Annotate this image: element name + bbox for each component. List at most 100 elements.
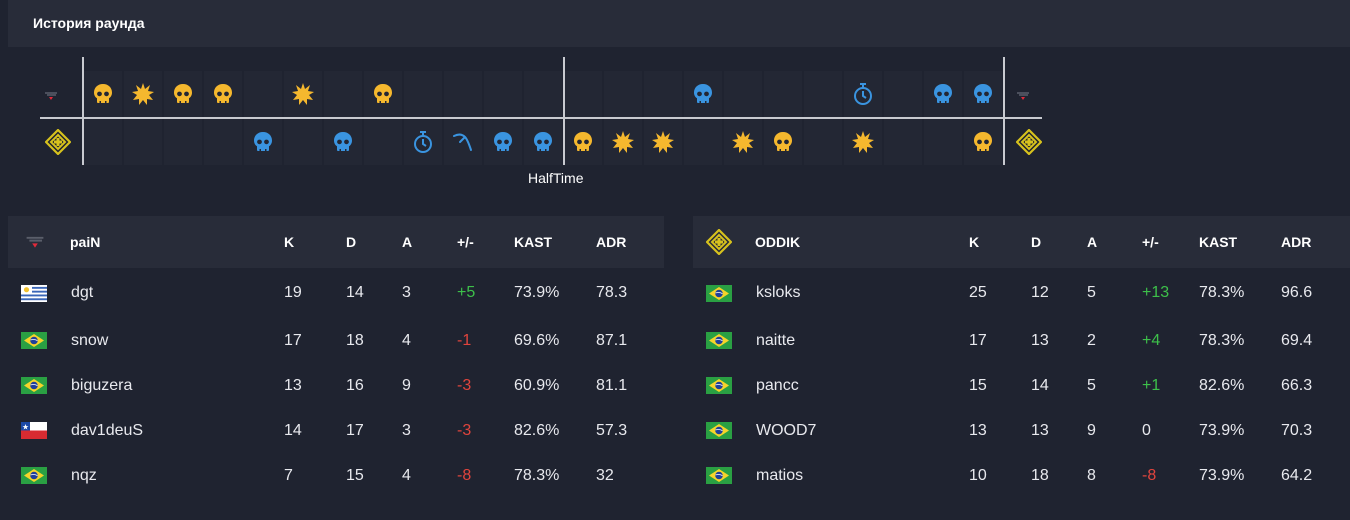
player-row[interactable]: naitte 17 13 2 +4 78.3% 69.4 [693, 318, 1350, 363]
team1-header: paiN K D A +/- KAST ADR [8, 216, 664, 268]
pain-logo-top-right [1016, 91, 1030, 101]
player-name[interactable]: WOOD7 [756, 408, 816, 453]
start-line [82, 57, 84, 165]
player-adr: 64.2 [1281, 466, 1313, 484]
brazil-flag [706, 363, 732, 408]
col-kast[interactable]: KAST [1199, 216, 1237, 268]
oddik-logo-bottom [45, 129, 71, 155]
player-row[interactable]: WOOD7 13 13 9 0 73.9% 70.3 [693, 408, 1350, 453]
player-kast: 82.6% [1199, 376, 1245, 394]
player-deaths: 13 [1031, 331, 1049, 349]
round-cell [84, 119, 122, 165]
player-plus-minus: -8 [1142, 466, 1157, 484]
player-assists: 5 [1087, 376, 1096, 394]
round-cell [284, 71, 322, 117]
round-cell [284, 119, 322, 165]
player-adr: 78.3 [596, 284, 628, 301]
chile-flag [21, 408, 47, 453]
round-cell [884, 119, 922, 165]
explode-icon [611, 130, 635, 154]
round-cell [324, 119, 362, 165]
skull-icon [971, 130, 995, 154]
player-deaths: 17 [346, 421, 364, 439]
skull-icon [971, 82, 995, 106]
end-line [1003, 57, 1005, 165]
player-kills: 10 [969, 466, 987, 484]
round-cell [564, 71, 602, 117]
player-deaths: 12 [1031, 284, 1049, 301]
explode-icon [291, 82, 315, 106]
player-assists: 9 [1087, 421, 1096, 439]
halftime-label: HalfTime [528, 170, 584, 186]
player-assists: 2 [1087, 331, 1096, 349]
brazil-flag [21, 453, 47, 498]
col-a[interactable]: A [1087, 216, 1097, 268]
skull-icon [211, 82, 235, 106]
col-d[interactable]: D [346, 216, 356, 268]
col-kast[interactable]: KAST [514, 216, 552, 268]
explode-icon [851, 130, 875, 154]
round-cell [444, 119, 482, 165]
player-adr: 87.1 [596, 331, 628, 349]
player-assists: 9 [402, 376, 411, 394]
col-a[interactable]: A [402, 216, 412, 268]
skull-icon [931, 82, 955, 106]
player-kills: 13 [284, 376, 302, 394]
skull-icon [531, 130, 555, 154]
player-name[interactable]: dav1deuS [71, 408, 143, 453]
team1-name[interactable]: paiN [70, 216, 100, 268]
round-history-header: История раунда [8, 0, 1350, 47]
player-row[interactable]: matios 10 18 8 -8 73.9% 64.2 [693, 453, 1350, 498]
round-cell [724, 71, 762, 117]
player-name[interactable]: snow [71, 318, 108, 363]
player-row[interactable]: biguzera 13 16 9 -3 60.9% 81.1 [8, 363, 664, 408]
player-kast: 78.3% [1199, 331, 1245, 349]
player-assists: 4 [402, 466, 411, 484]
player-name[interactable]: ksloks [756, 268, 800, 318]
player-plus-minus: +5 [457, 284, 476, 301]
skull-icon [771, 130, 795, 154]
player-plus-minus: -3 [457, 376, 472, 394]
player-name[interactable]: nqz [71, 453, 97, 498]
player-row[interactable]: snow 17 18 4 -1 69.6% 87.1 [8, 318, 664, 363]
player-adr: 69.4 [1281, 331, 1313, 349]
skull-icon [571, 130, 595, 154]
brazil-flag [706, 453, 732, 498]
player-adr: 70.3 [1281, 421, 1313, 439]
round-cell [724, 119, 762, 165]
player-row[interactable]: dav1deuS 14 17 3 -3 82.6% 57.3 [8, 408, 664, 453]
col-k[interactable]: K [969, 216, 979, 268]
player-row[interactable]: nqz 7 15 4 -8 78.3% 32 [8, 453, 664, 498]
player-row[interactable]: pancc 15 14 5 +1 82.6% 66.3 [693, 363, 1350, 408]
round-cell [604, 71, 642, 117]
player-name[interactable]: matios [756, 453, 803, 498]
col-plus-minus[interactable]: +/- [1142, 216, 1159, 268]
player-name[interactable]: dgt [71, 268, 93, 318]
round-history: HalfTime [0, 47, 1350, 197]
player-kills: 19 [284, 284, 302, 301]
player-kast: 82.6% [514, 421, 560, 439]
player-row[interactable]: ksloks 25 12 5 +13 78.3% 96.6 [693, 268, 1350, 318]
col-d[interactable]: D [1031, 216, 1041, 268]
player-plus-minus: -3 [457, 421, 472, 439]
player-kast: 60.9% [514, 376, 560, 394]
round-cell [164, 119, 202, 165]
player-kills: 17 [969, 331, 987, 349]
player-name[interactable]: biguzera [71, 363, 132, 408]
round-divider [40, 117, 1042, 119]
player-assists: 3 [402, 421, 411, 439]
col-k[interactable]: K [284, 216, 294, 268]
player-kills: 15 [969, 376, 987, 394]
col-adr[interactable]: ADR [1281, 216, 1311, 268]
brazil-flag [706, 318, 732, 363]
col-adr[interactable]: ADR [596, 216, 626, 268]
pain-logo-top [44, 91, 58, 101]
player-name[interactable]: naitte [756, 318, 795, 363]
player-row[interactable]: dgt 19 14 3 +5 73.9% 78.3 [8, 268, 664, 318]
team2-name[interactable]: ODDIK [755, 216, 800, 268]
col-plus-minus[interactable]: +/- [457, 216, 474, 268]
player-name[interactable]: pancc [756, 363, 799, 408]
team2-rows: ksloks 25 12 5 +13 78.3% 96.6 naitte 17 13 2 +4 78.3… [693, 268, 1350, 498]
round-cell [164, 71, 202, 117]
round-cell [404, 119, 442, 165]
